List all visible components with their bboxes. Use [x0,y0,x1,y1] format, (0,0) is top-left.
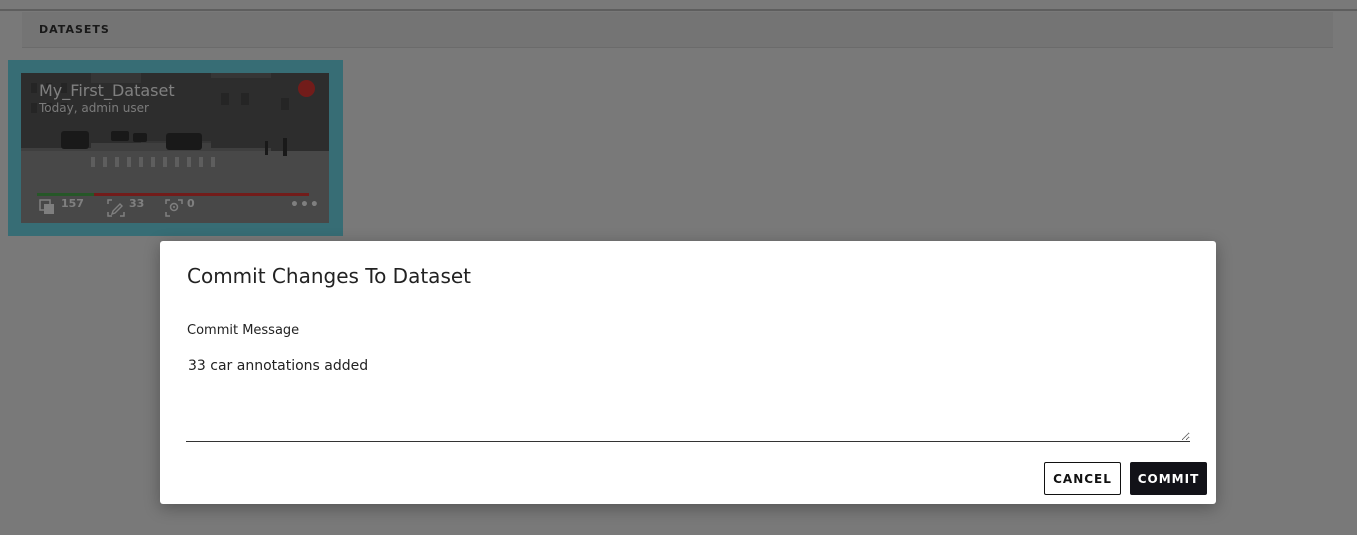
commit-button[interactable]: COMMIT [1130,462,1207,495]
dialog-title: Commit Changes To Dataset [187,264,472,288]
cancel-button[interactable]: CANCEL [1044,462,1121,495]
commit-dialog: Commit Changes To Dataset Commit Message… [160,241,1216,504]
commit-message-input[interactable]: 33 car annotations added [186,354,1190,442]
commit-message-label: Commit Message [187,323,300,338]
